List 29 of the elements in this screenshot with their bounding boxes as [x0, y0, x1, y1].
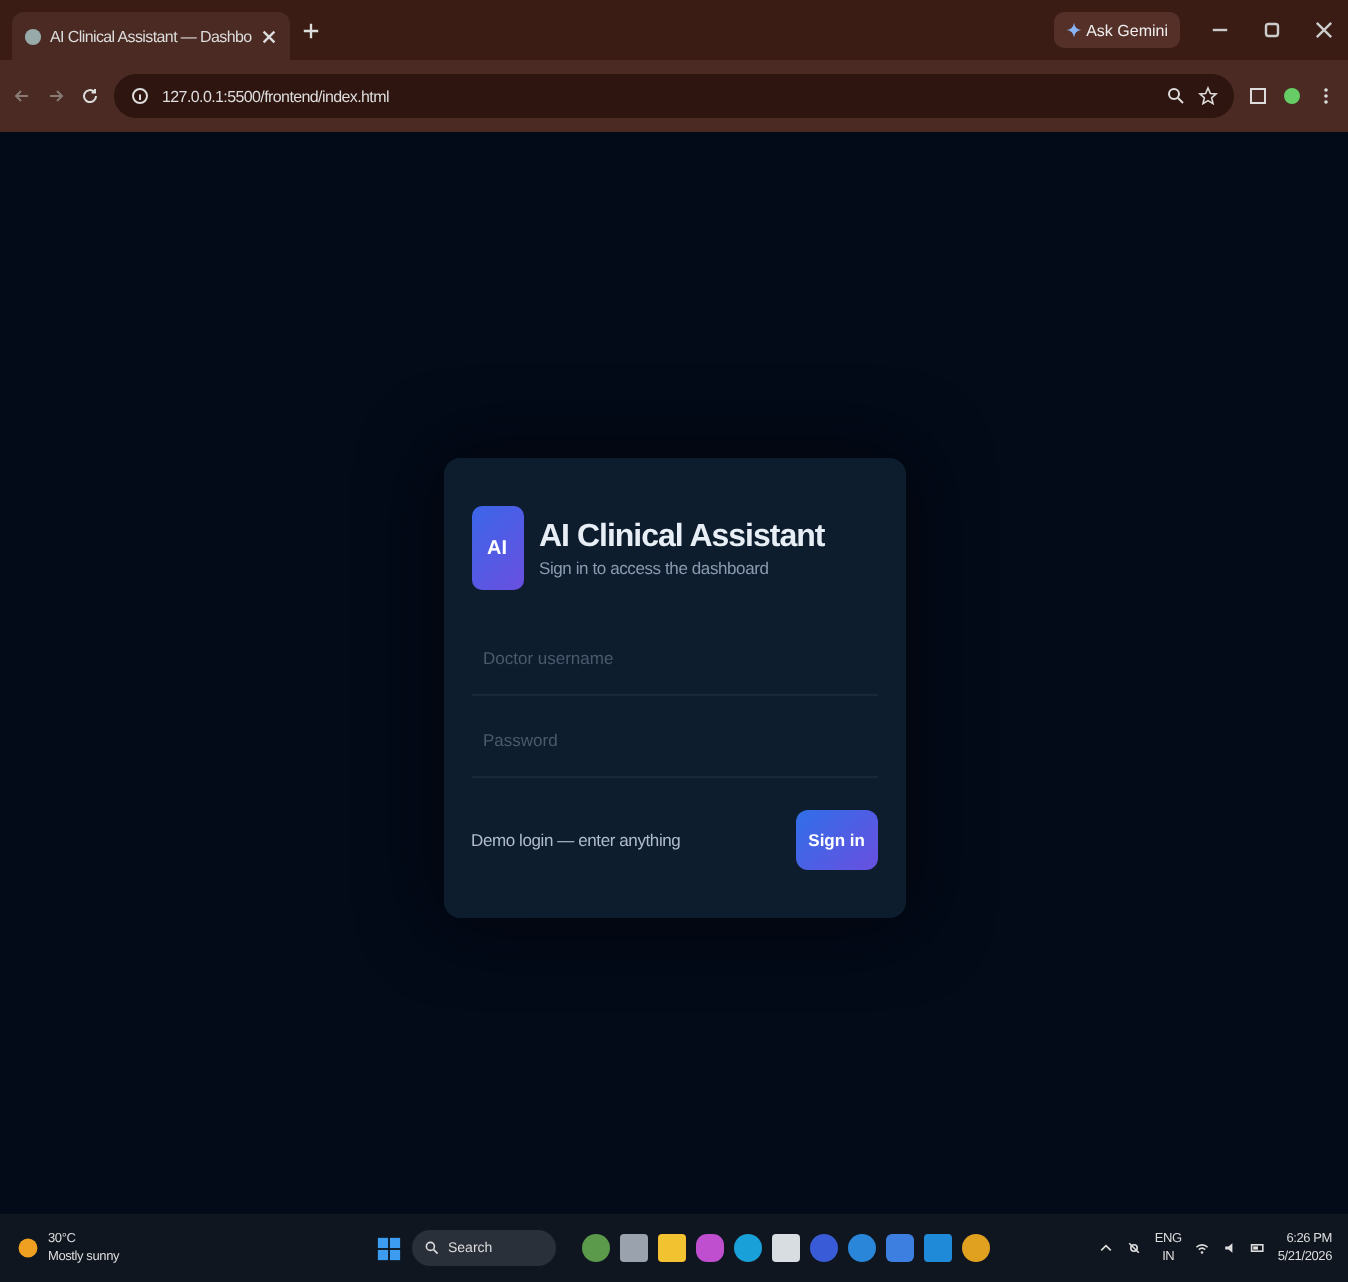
wifi-icon[interactable]: [1193, 1240, 1210, 1256]
sign-in-button[interactable]: Sign in: [796, 810, 877, 870]
app-logo: AI: [471, 506, 523, 590]
browser-tab[interactable]: AI Clinical Assistant — Dashbo: [12, 12, 290, 60]
plus-icon[interactable]: [301, 21, 320, 39]
reload-icon[interactable]: [80, 86, 100, 106]
subtitle: Sign in to access the dashboard: [539, 557, 771, 577]
app-title: AI Clinical Assistant: [539, 519, 825, 555]
start-icon[interactable]: [376, 1235, 402, 1261]
restore-icon[interactable]: [1260, 18, 1284, 42]
search-icon: [424, 1240, 440, 1256]
sun-icon[interactable]: [16, 1236, 40, 1260]
info-icon[interactable]: [130, 86, 150, 106]
chevron-up-icon[interactable]: [1098, 1240, 1115, 1256]
sparkle-icon: [1066, 22, 1083, 38]
forward-arrow-icon[interactable]: [46, 86, 66, 106]
close-icon[interactable]: [259, 27, 278, 45]
zoom-icon[interactable]: [1166, 86, 1186, 106]
demo-hint: Demo login — enter anything: [471, 830, 681, 850]
close-icon[interactable]: [1312, 18, 1336, 42]
battery-icon[interactable]: [1249, 1240, 1266, 1256]
tab-title: AI Clinical Assistant — Dashbo: [50, 27, 252, 45]
star-icon[interactable]: [1198, 86, 1218, 106]
speaker-icon[interactable]: [1221, 1240, 1238, 1256]
circle-icon[interactable]: [810, 1234, 838, 1262]
mute-icon[interactable]: [1126, 1240, 1143, 1256]
ask-gemini-button[interactable]: Ask Gemini: [1054, 12, 1180, 48]
back-arrow-icon[interactable]: [12, 86, 32, 106]
address-field[interactable]: 127.0.0.1:5500/frontend/index.html: [114, 74, 1234, 118]
